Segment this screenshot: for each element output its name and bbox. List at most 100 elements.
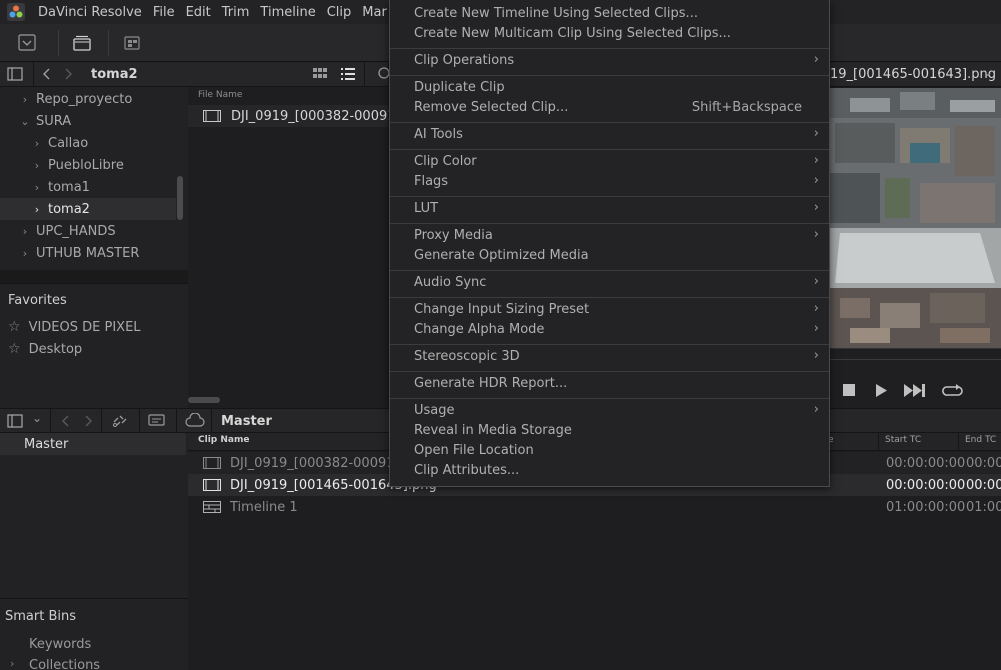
chevron-right-icon[interactable]: ›	[10, 657, 14, 670]
dropdown-panel-icon[interactable]	[16, 33, 38, 53]
loop-icon[interactable]	[942, 383, 964, 402]
favorite-item[interactable]: ☆ VIDEOS DE PIXEL	[8, 319, 141, 335]
menu-item-ai-tools[interactable]: AI Tools ›	[414, 126, 819, 146]
menu-item-flags[interactable]: Flags ›	[414, 173, 819, 193]
menu-item-label: AI Tools	[414, 127, 463, 142]
film-clip-icon	[203, 110, 221, 122]
menu-item-change-alpha[interactable]: Change Alpha Mode ›	[414, 321, 819, 341]
menu-item-label: Reveal in Media Storage	[414, 423, 572, 438]
menu-item-reveal[interactable]: Reveal in Media Storage	[414, 422, 819, 442]
chevron-right-icon[interactable]: ›	[32, 137, 42, 150]
menu-item-open-location[interactable]: Open File Location	[414, 442, 819, 462]
menu-item-duplicate-clip[interactable]: Duplicate Clip	[414, 79, 819, 99]
chevron-down-icon[interactable]: ⌄	[20, 115, 30, 128]
menu-item-clip-color[interactable]: Clip Color ›	[414, 153, 819, 173]
pool-bin-title: Master	[221, 414, 272, 429]
chevron-right-icon: ›	[813, 301, 819, 316]
sidebar-toggle-icon[interactable]	[7, 414, 23, 432]
end-tc-column-header[interactable]: End TC	[965, 435, 996, 445]
list-view-icon[interactable]	[341, 68, 355, 84]
chevron-right-icon[interactable]: ›	[20, 93, 30, 106]
file-name-column-header[interactable]: File Name	[198, 90, 242, 100]
chevron-right-icon[interactable]: ›	[20, 225, 30, 238]
menu-item-change-sizing[interactable]: Change Input Sizing Preset ›	[414, 301, 819, 321]
header-divider	[211, 409, 212, 434]
viewer-frame-aerial-image[interactable]	[830, 88, 1001, 348]
bin-item[interactable]: › UPC_HANDS	[0, 220, 176, 242]
menu-edit[interactable]: Edit	[183, 5, 219, 20]
menu-item-label: Clip Attributes...	[414, 463, 520, 478]
menu-item-stereoscopic[interactable]: Stereoscopic 3D ›	[414, 348, 819, 368]
sidebar-toggle-icon[interactable]	[7, 67, 23, 85]
menu-file[interactable]: File	[150, 5, 183, 20]
chevron-right-icon: ›	[813, 227, 819, 242]
favorites-panel: Favorites ☆ VIDEOS DE PIXEL ☆ Desktop	[0, 283, 188, 408]
clip-start-tc: 01:00:00:00	[886, 499, 966, 515]
stop-icon[interactable]	[843, 384, 855, 400]
grid-view-icon[interactable]	[313, 68, 327, 84]
back-chevron-icon[interactable]	[42, 68, 52, 84]
start-tc-column-header[interactable]: Start TC	[885, 435, 921, 445]
bin-item-selected[interactable]: › toma2	[0, 198, 176, 220]
bin-item[interactable]: › PuebloLibre	[0, 154, 176, 176]
clip-name-column-header[interactable]: Clip Name	[198, 435, 249, 445]
bin-item[interactable]: › Callao	[0, 132, 176, 154]
search-icon[interactable]	[377, 67, 390, 85]
favorite-item[interactable]: ☆ Desktop	[8, 341, 82, 357]
effects-library-icon[interactable]	[121, 33, 143, 53]
app-title[interactable]: DaVinci Resolve	[35, 5, 150, 20]
chevron-right-icon[interactable]: ›	[20, 247, 30, 260]
play-icon[interactable]	[875, 384, 887, 401]
header-divider	[101, 409, 102, 434]
viewer-scrubber[interactable]	[830, 359, 1001, 360]
column-divider	[958, 433, 959, 451]
menu-item-clip-operations[interactable]: Clip Operations ›	[414, 52, 819, 72]
back-chevron-icon[interactable]	[61, 415, 71, 431]
clip-end-tc: 00:00	[966, 477, 1001, 493]
file-list-hscrollbar[interactable]	[188, 397, 220, 403]
menu-item-shortcut: Shift+Backspace	[691, 100, 802, 115]
chevron-down-icon[interactable]: ⌄	[32, 411, 42, 425]
menu-item-create-timeline[interactable]: Create New Timeline Using Selected Clips…	[414, 5, 819, 25]
menu-timeline[interactable]: Timeline	[257, 5, 323, 20]
menu-item-generate-optimized[interactable]: Generate Optimized Media	[414, 247, 819, 267]
chevron-right-icon[interactable]: ›	[32, 181, 42, 194]
menu-item-label: Remove Selected Clip...	[414, 100, 569, 115]
master-bin-label: Master	[24, 436, 69, 452]
cloud-icon[interactable]	[185, 412, 205, 433]
bin-item[interactable]: › toma1	[0, 176, 176, 198]
menu-item-hdr-report[interactable]: Generate HDR Report...	[414, 375, 819, 395]
chevron-right-icon[interactable]: ›	[32, 203, 42, 216]
menu-item-remove-clip[interactable]: Remove Selected Clip... Shift+Backspace	[414, 99, 819, 119]
skip-to-end-icon[interactable]	[904, 384, 926, 401]
smart-bin-keywords[interactable]: Keywords	[29, 637, 91, 652]
chevron-down-icon[interactable]: ⌄	[983, 65, 993, 79]
bin-tree-scrollbar[interactable]	[177, 176, 183, 220]
link-unlink-icon[interactable]	[111, 413, 129, 433]
menu-separator	[390, 48, 829, 49]
menu-item-proxy-media[interactable]: Proxy Media ›	[414, 227, 819, 247]
forward-chevron-icon[interactable]	[63, 68, 73, 84]
forward-chevron-icon[interactable]	[83, 415, 93, 431]
menu-item-audio-sync[interactable]: Audio Sync ›	[414, 274, 819, 294]
menu-item-label: Change Alpha Mode	[414, 322, 545, 337]
menu-item-lut[interactable]: LUT ›	[414, 200, 819, 220]
menu-item-usage[interactable]: Usage ›	[414, 402, 819, 422]
chevron-right-icon[interactable]: ›	[32, 159, 42, 172]
file-row[interactable]: DJI_0919_[000382-000919	[188, 105, 404, 127]
menu-separator	[390, 297, 829, 298]
bin-item[interactable]: ⌄ SURA	[0, 110, 176, 132]
menu-item-create-multicam[interactable]: Create New Multicam Clip Using Selected …	[414, 25, 819, 45]
metadata-icon[interactable]	[148, 413, 166, 433]
bin-item[interactable]: › UTHUB MASTER	[0, 242, 176, 264]
menu-item-clip-attributes[interactable]: Clip Attributes...	[414, 462, 819, 482]
media-pool-icon[interactable]	[71, 33, 93, 53]
smart-bin-collections[interactable]: Collections	[29, 658, 100, 670]
menu-clip[interactable]: Clip	[324, 5, 360, 20]
davinci-logo-icon[interactable]	[7, 3, 25, 21]
bin-item[interactable]: › Repo_proyecto	[0, 88, 176, 110]
table-row[interactable]: Timeline 1 01:00:00:00 01:00	[188, 496, 1001, 518]
master-bin-item[interactable]: Master	[0, 433, 186, 455]
menu-trim[interactable]: Trim	[219, 5, 258, 20]
chevron-right-icon: ›	[813, 126, 819, 141]
